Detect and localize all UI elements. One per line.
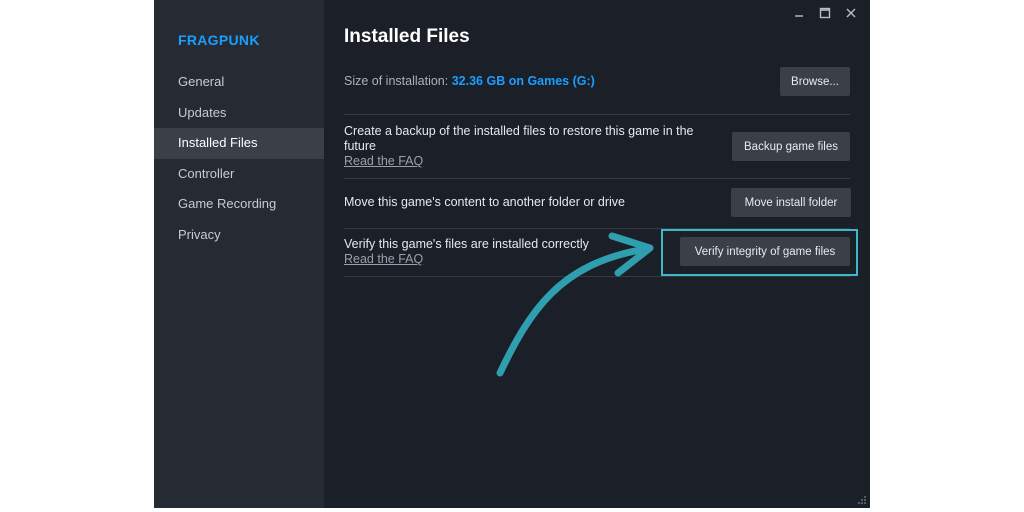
page-title: Installed Files	[344, 26, 470, 47]
size-value: 32.36 GB on Games (G:)	[451, 74, 595, 88]
window-controls	[786, 4, 864, 22]
resize-grip-icon[interactable]	[857, 495, 867, 505]
divider	[344, 276, 850, 277]
steam-properties-window: FRAGPUNK General Updates Installed Files…	[154, 0, 870, 508]
divider	[344, 114, 850, 115]
move-description: Move this game's content to another fold…	[344, 195, 626, 209]
sidebar: FRAGPUNK General Updates Installed Files…	[154, 0, 324, 508]
minimize-button[interactable]	[786, 4, 812, 22]
browse-button[interactable]: Browse...	[780, 67, 850, 96]
verify-faq-link[interactable]: Read the FAQ	[344, 252, 589, 267]
close-button[interactable]	[838, 4, 864, 22]
backup-game-files-button[interactable]: Backup game files	[732, 132, 850, 161]
move-install-folder-button[interactable]: Move install folder	[731, 188, 851, 217]
sidebar-item-privacy[interactable]: Privacy	[154, 220, 324, 251]
sidebar-item-installed-files[interactable]: Installed Files	[154, 128, 324, 159]
sidebar-item-controller[interactable]: Controller	[154, 159, 324, 190]
maximize-icon	[819, 7, 831, 19]
verify-text: Verify this game's files are installed c…	[344, 237, 589, 251]
size-label: Size of installation:	[344, 74, 449, 88]
minimize-icon	[795, 15, 803, 17]
backup-text-line1: Create a backup of the installed files t…	[344, 124, 694, 138]
sidebar-item-game-recording[interactable]: Game Recording	[154, 189, 324, 220]
sidebar-item-general[interactable]: General	[154, 67, 324, 98]
maximize-button[interactable]	[812, 4, 838, 22]
divider	[344, 178, 850, 179]
highlight-box	[661, 229, 858, 276]
main-content: Installed Files Size of installation: 32…	[324, 0, 870, 508]
backup-text-line2: future	[344, 139, 376, 153]
installation-size: Size of installation: 32.36 GB on Games …	[344, 74, 595, 88]
backup-faq-link[interactable]: Read the FAQ	[344, 154, 694, 169]
game-title: FRAGPUNK	[178, 32, 260, 48]
sidebar-nav: General Updates Installed Files Controll…	[154, 67, 324, 250]
sidebar-item-updates[interactable]: Updates	[154, 98, 324, 129]
close-icon	[846, 8, 856, 18]
verify-description: Verify this game's files are installed c…	[344, 237, 589, 267]
backup-description: Create a backup of the installed files t…	[344, 124, 694, 169]
